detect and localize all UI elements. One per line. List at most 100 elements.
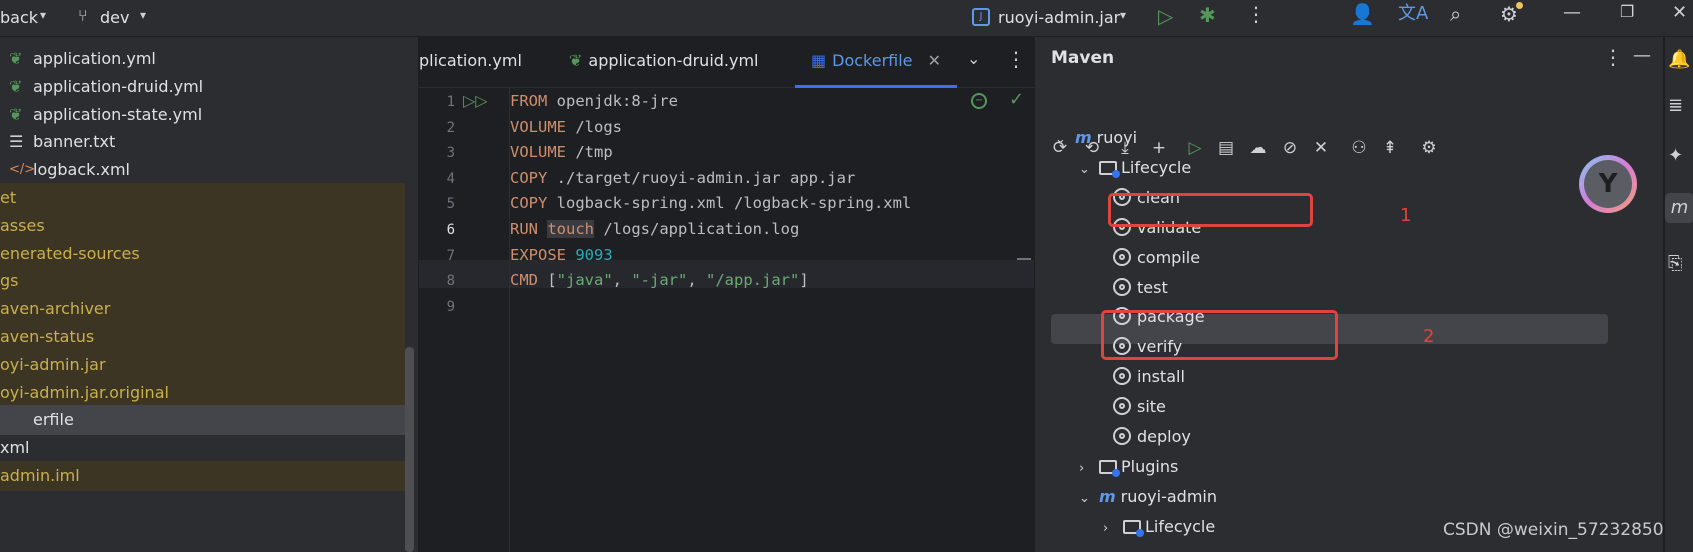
yml-icon: ❦ <box>9 49 23 68</box>
maven-tree-item-goal[interactable]: deploy <box>1113 422 1191 452</box>
project-scrollbar[interactable] <box>405 347 414 552</box>
editor-area: plication.yml ❦ application-druid.yml ▦ Do… <box>419 37 1034 552</box>
code-token: EXPOSE <box>510 245 566 264</box>
ai-assistant-avatar[interactable]: Y <box>1579 155 1637 213</box>
execute-goal-icon[interactable]: ▤ <box>1215 137 1237 159</box>
maven-tree-item-goal[interactable]: site <box>1113 392 1166 422</box>
project-tree-item[interactable]: ☰ banner.txt <box>0 127 405 157</box>
project-tree-item[interactable]: oyi-admin.jar <box>0 349 405 380</box>
project-tree-item[interactable]: enerated-sources <box>0 238 405 269</box>
maven-tree-item-module[interactable]: ⌄ m ruoyi-admin <box>1079 482 1217 512</box>
maven-tree-item-folder[interactable]: ⌄ Lifecycle <box>1079 153 1191 183</box>
settings-gear-icon[interactable]: ⚙ <box>1500 4 1518 24</box>
maven-tree-item-goal[interactable]: compile <box>1113 243 1200 273</box>
chevron-down-icon[interactable]: ⌄ <box>1055 125 1075 155</box>
tab-application-druid-yml[interactable]: ❦ application-druid.yml <box>569 37 759 85</box>
project-tree-item[interactable]: oyi-admin.jar.original <box>0 377 405 408</box>
maven-tree-label: Plugins <box>1121 456 1179 476</box>
line-number: 3 <box>446 145 455 162</box>
code-token: "-jar" <box>631 271 688 290</box>
chevron-down-icon[interactable]: ⌄ <box>967 51 980 67</box>
ai-icon[interactable]: ✦ <box>1668 147 1683 165</box>
debug-icon[interactable]: ✱ <box>1199 5 1216 25</box>
chevron-down-icon[interactable]: ▾ <box>140 9 146 21</box>
tab-label: Dockerfile <box>832 51 913 70</box>
check-icon[interactable]: ✓ <box>1009 91 1024 109</box>
show-dependencies-icon[interactable]: ⚇ <box>1348 137 1370 159</box>
notifications-icon[interactable]: 🔔 <box>1668 51 1690 69</box>
more-actions-icon[interactable]: ⋮ <box>1603 47 1623 67</box>
project-tree-item[interactable]: aven-status <box>0 322 405 352</box>
translate-icon[interactable]: 文A <box>1398 5 1428 23</box>
maven-tree-item-goal[interactable]: install <box>1113 362 1185 392</box>
project-tree-item[interactable]: asses <box>0 210 405 241</box>
tab-application-yml[interactable]: plication.yml <box>419 37 522 85</box>
line-number: 5 <box>446 196 455 213</box>
maven-tree-item-module[interactable]: ⌄ m ruoyi <box>1055 123 1137 153</box>
branch-name[interactable]: dev <box>100 8 129 28</box>
endpoints-icon[interactable]: ⎘ <box>1668 255 1682 273</box>
close-tab-icon[interactable]: ✕ <box>928 51 941 70</box>
line-number: 4 <box>446 170 455 187</box>
maven-tree-item-goal[interactable]: test <box>1113 273 1168 303</box>
more-actions-icon[interactable]: ⋮ <box>1246 4 1266 24</box>
restore-window-icon[interactable]: ❐ <box>1620 4 1634 20</box>
code-token: COPY <box>510 168 548 187</box>
maven-tree-item-folder[interactable]: › Lifecycle <box>1103 512 1215 542</box>
maven-tree-label: install <box>1137 367 1185 387</box>
project-tree-item[interactable]: ❦ application-druid.yml <box>0 72 405 102</box>
chevron-right-icon[interactable]: › <box>1103 514 1123 544</box>
project-tree-label: application.yml <box>33 49 156 68</box>
database-icon[interactable]: ≣ <box>1668 97 1683 115</box>
ai-assistant-icon: Y <box>1584 160 1632 208</box>
minimize-icon[interactable]: — <box>1563 4 1581 22</box>
project-tree-item[interactable]: ❦ application-state.yml <box>0 100 405 130</box>
expand-all-icon[interactable]: ⇞ <box>1379 137 1401 159</box>
search-icon[interactable]: ⌕ <box>1450 4 1461 24</box>
collapse-icon[interactable]: ✕ <box>1310 137 1332 159</box>
chevron-down-icon[interactable]: ▾ <box>40 9 46 21</box>
maven-settings-icon[interactable]: ⚙ <box>1418 137 1440 159</box>
maven-panel-title: Maven <box>1051 48 1115 68</box>
run-config-name[interactable]: ruoyi-admin.jar <box>998 8 1120 28</box>
project-tree-item[interactable]: aven-archiver <box>0 294 405 325</box>
chevron-right-icon[interactable]: › <box>1079 454 1099 484</box>
chevron-down-icon[interactable]: ▾ <box>1120 9 1126 21</box>
project-tree-item[interactable]: gs <box>0 266 405 297</box>
code-token: /logs <box>566 117 622 136</box>
project-tree-item[interactable]: ❦ application.yml <box>0 44 405 74</box>
code-line: VOLUME /logs <box>510 114 622 141</box>
offline-mode-icon[interactable]: ☁ <box>1247 137 1269 159</box>
skip-tests-icon[interactable]: ⊘ <box>1279 137 1301 159</box>
goal-gear-icon <box>1113 367 1131 386</box>
more-actions-icon[interactable]: ⋮ <box>1006 49 1026 69</box>
chevron-down-icon[interactable]: ⌄ <box>1079 155 1099 185</box>
project-tree-item[interactable]: admin.iml <box>0 461 405 491</box>
run-gutter-icon[interactable]: ▷▷ <box>463 93 488 109</box>
chevron-down-icon[interactable]: ⌄ <box>1079 484 1099 514</box>
lifecycle-folder-icon <box>1123 519 1144 537</box>
text-file-icon: ☰ <box>9 132 24 152</box>
hide-panel-icon[interactable]: — <box>1633 47 1651 65</box>
project-panel: ❦ application.yml ❦ application-druid.yml ❦ a… <box>0 37 419 552</box>
goal-gear-icon <box>1113 277 1131 296</box>
tab-dockerfile[interactable]: ▦ Dockerfile ✕ <box>795 37 958 88</box>
project-name[interactable]: back <box>0 8 38 28</box>
project-tree-item[interactable]: </> logback.xml <box>0 155 405 185</box>
project-tree-item[interactable]: erfile <box>0 405 405 436</box>
maven-tree-item-folder[interactable]: › Plugins <box>1079 452 1178 482</box>
maven-tool-icon[interactable]: m <box>1665 193 1693 223</box>
line-number: 2 <box>446 119 455 136</box>
inspection-icon[interactable]: − <box>971 93 987 109</box>
run-icon[interactable]: ▷ <box>1158 6 1173 26</box>
project-tree-label: enerated-sources <box>0 243 140 263</box>
close-window-icon[interactable]: ✕ <box>1672 4 1687 22</box>
maven-tree-label: test <box>1137 277 1168 297</box>
project-tree-item[interactable]: xml <box>0 433 405 463</box>
project-tree-item[interactable]: et <box>0 183 405 213</box>
add-user-icon[interactable]: 👤 <box>1350 4 1375 24</box>
lifecycle-folder-icon <box>1099 160 1120 178</box>
run-config-icon: J <box>972 8 990 26</box>
